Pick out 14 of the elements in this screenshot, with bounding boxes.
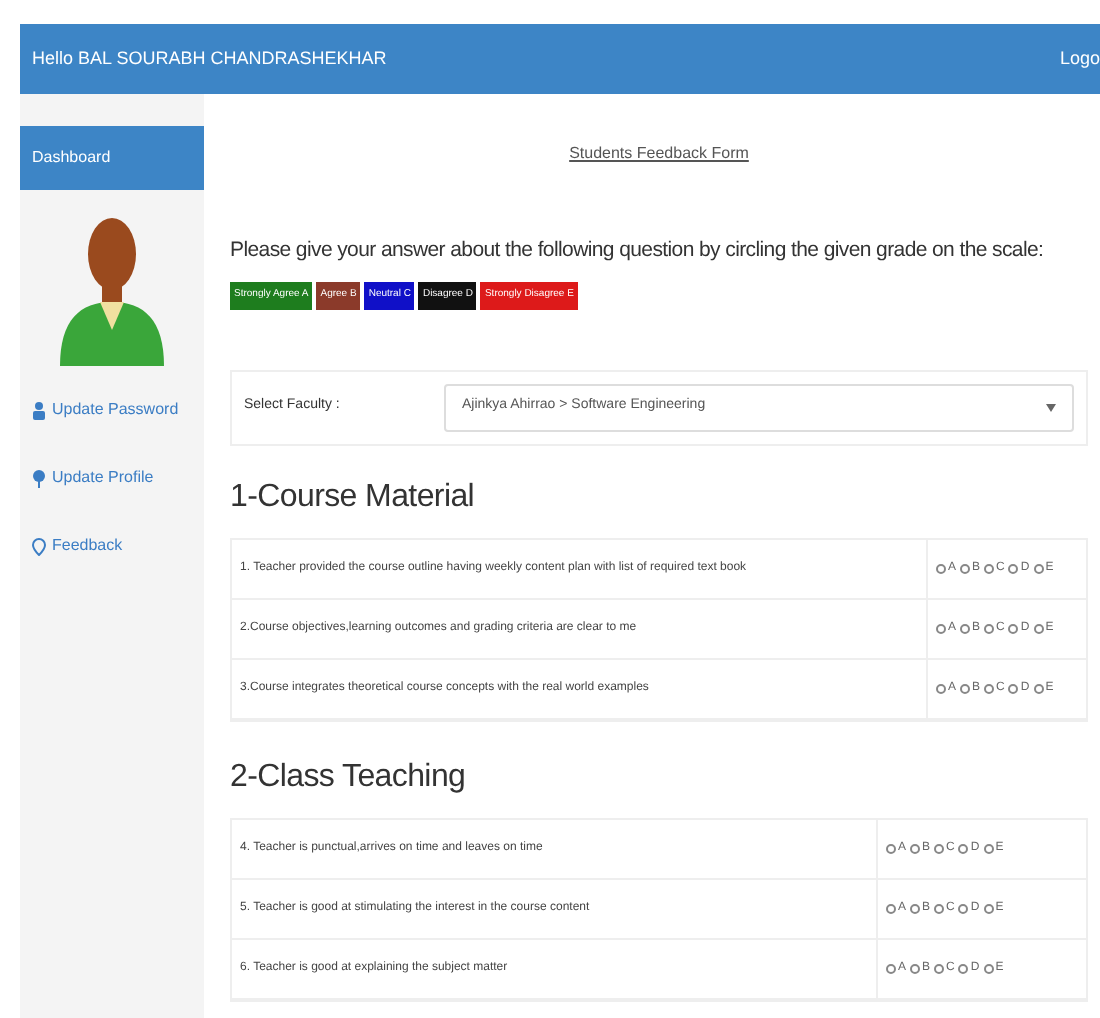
logout-link[interactable]: Logo — [1059, 45, 1100, 73]
map-marker-icon — [32, 537, 46, 555]
greeting-text: Hello BAL SOURABH CHANDRASHEKHAR — [32, 45, 387, 72]
dashboard-header[interactable]: Dashboard — [20, 126, 204, 190]
sidebar-link[interactable]: Update Password — [32, 398, 204, 422]
instruction-text: Please give your answer about the following question by circling the given grade on the scale: — [230, 236, 1046, 266]
sidebar-link[interactable]: Update Profile — [32, 466, 204, 490]
pin-icon — [32, 469, 46, 487]
section-heading: 2-Class Teaching — [230, 757, 468, 797]
dropdown-caret-icon — [1046, 403, 1056, 411]
user-icon — [32, 401, 46, 419]
sidebar-link[interactable]: Feedback — [32, 534, 204, 558]
section-heading: 1-Course Material — [230, 477, 477, 517]
form-title: Students Feedback Form — [569, 144, 749, 162]
